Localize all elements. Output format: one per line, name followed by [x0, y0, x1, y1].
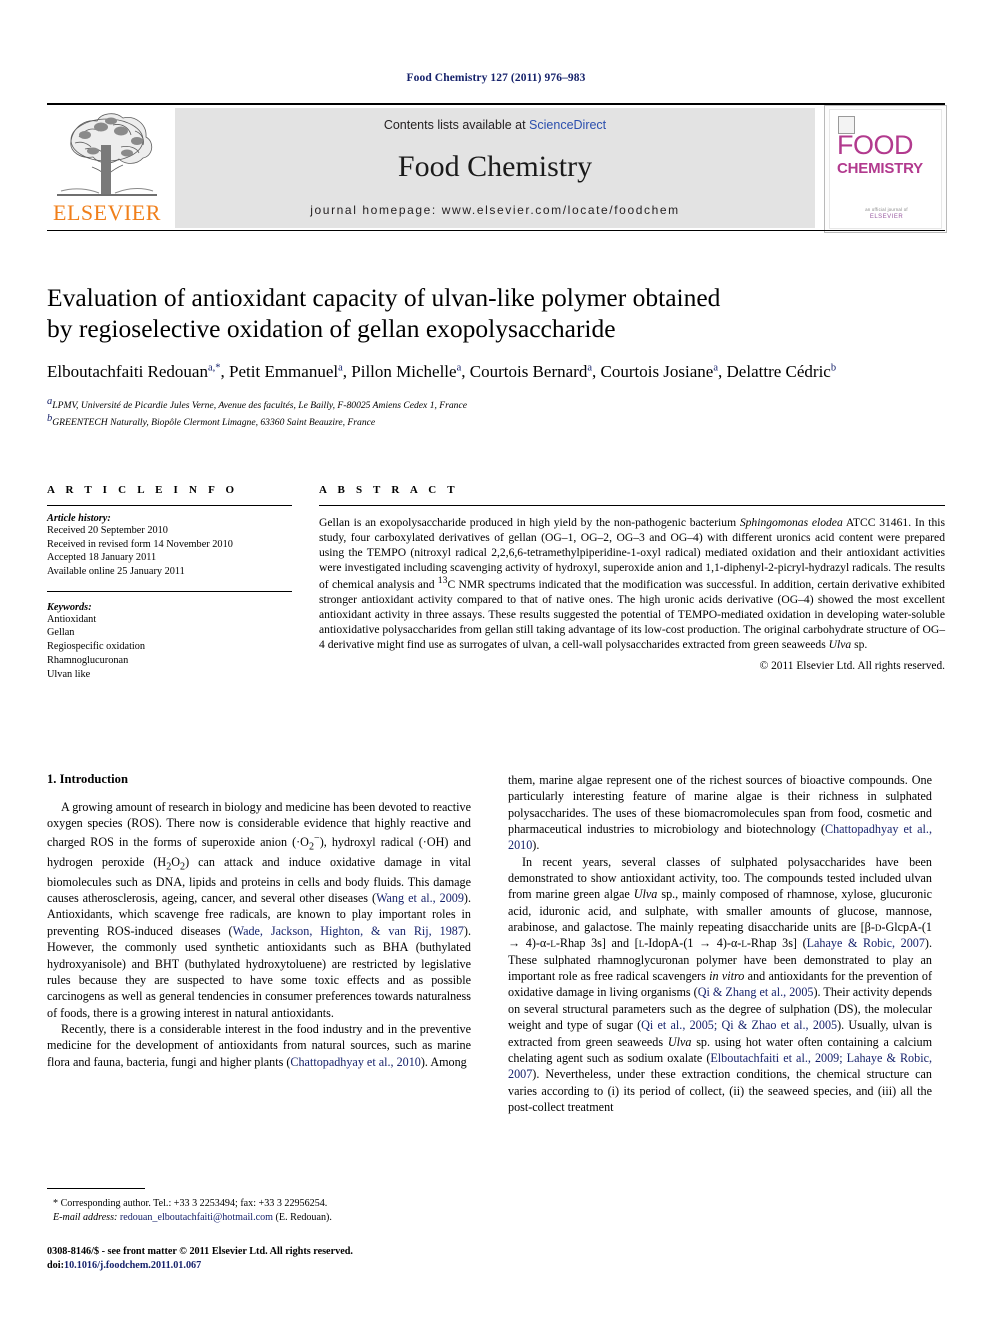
elsevier-wordmark: ELSEVIER	[53, 200, 161, 225]
keyword-item: Regiospecific oxidation	[47, 641, 146, 653]
paragraph: them, marine algae represent one of the …	[508, 773, 932, 853]
abstract-rule	[319, 505, 945, 506]
email-suffix: (E. Redouan).	[275, 1211, 332, 1223]
paper-title-line2: by regioselective oxidation of gellan ex…	[47, 313, 616, 343]
abstract-column: A B S T R A C T Gellan is an exopolysacc…	[319, 484, 945, 672]
keyword-item: Antioxidant	[47, 613, 97, 625]
section-heading-introduction: 1. Introduction	[47, 772, 128, 786]
imprint-line1: 0308-8146/$ - see front matter © 2011 El…	[47, 1246, 353, 1257]
keyword-item: Rhamnoglucuronan	[47, 654, 129, 666]
history-item: Available online 25 January 2011	[47, 566, 185, 578]
paragraph: In recent years, several classes of sulp…	[508, 854, 933, 1114]
affiliation-a: aLPMV, Université de Picardie Jules Vern…	[47, 395, 467, 411]
affiliation-b-text: GREENTECH Naturally, Biopôle Clermont Li…	[52, 417, 376, 429]
cover-title-chemistry: CHEMISTRY	[837, 160, 923, 177]
contents-prefix: Contents lists available at	[383, 118, 530, 132]
body-column-left: 1. Introduction A growing amount of rese…	[47, 772, 471, 1070]
elsevier-logo: ELSEVIER	[47, 107, 167, 229]
keyword-item: Gellan	[47, 627, 75, 639]
footnote-corresponding: * Corresponding author. Tel.: +33 3 2253…	[53, 1198, 328, 1209]
journal-title: Food Chemistry	[397, 150, 593, 183]
article-info-rule	[47, 505, 292, 506]
paragraph: A growing amount of research in biology …	[47, 800, 471, 1020]
body-column-right: them, marine algae represent one of the …	[508, 772, 932, 1115]
sciencedirect-link[interactable]: ScienceDirect	[529, 118, 606, 132]
cover-footer: an official journal of ELSEVIER	[830, 207, 943, 220]
cover-inner: FOOD CHEMISTRY an official journal of EL…	[829, 109, 942, 229]
keywords-block: Keywords: Antioxidant Gellan Regiospecif…	[47, 602, 292, 681]
history-item: Received 20 September 2010	[47, 525, 168, 536]
journal-homepage[interactable]: journal homepage: www.elsevier.com/locat…	[175, 203, 815, 217]
doi-link[interactable]: 10.1016/j.foodchem.2011.01.067	[64, 1260, 201, 1271]
paragraph: Recently, there is a considerable intere…	[47, 1021, 471, 1069]
paper-title-line1: Evaluation of antioxidant capacity of ul…	[47, 283, 721, 312]
cover-footer-small: an official journal of	[865, 207, 908, 212]
abstract-heading: A B S T R A C T	[319, 484, 459, 496]
article-history-label: Article history:	[47, 513, 111, 524]
history-item: Received in revised form 14 November 201…	[47, 538, 233, 550]
footnote-email-line: E-mail address: redouan_elboutachfaiti@h…	[47, 1211, 471, 1225]
running-head: Food Chemistry 127 (2011) 976–983	[406, 72, 586, 84]
imprint-doi-line: doi:10.1016/j.foodchem.2011.01.067	[47, 1259, 507, 1273]
affiliation-a-text: LPMV, Université de Picardie Jules Verne…	[52, 399, 467, 411]
keyword-item: Ulvan like	[47, 668, 91, 680]
journal-cover-thumbnail: FOOD CHEMISTRY an official journal of EL…	[824, 105, 947, 233]
journal-masthead: ELSEVIER Contents lists available at Sci…	[47, 103, 947, 233]
page-title: Evaluation of antioxidant capacity of ul…	[47, 283, 922, 345]
affiliation-b: bGREENTECH Naturally, Biopôle Clermont L…	[47, 413, 376, 429]
doi-label: doi:	[47, 1260, 64, 1272]
abstract-text: Gellan is an exopolysaccharide produced …	[319, 516, 945, 651]
abstract-copyright: © 2011 Elsevier Ltd. All rights reserved…	[759, 659, 945, 672]
author-list: Elboutachfaiti Redouana,*, Petit Emmanue…	[47, 361, 837, 381]
masthead-top-rule	[47, 103, 945, 105]
history-item: Accepted 18 January 2011	[47, 552, 157, 564]
cover-title-food: FOOD	[837, 130, 914, 160]
imprint-block: 0308-8146/$ - see front matter © 2011 El…	[47, 1245, 507, 1274]
keywords-label: Keywords:	[47, 601, 92, 613]
article-info-column: A R T I C L E I N F O Article history: R…	[47, 484, 292, 681]
article-history-list: Received 20 September 2010 Received in r…	[47, 524, 292, 579]
masthead-bottom-rule	[47, 230, 945, 231]
corresponding-author-footnote: * Corresponding author. Tel.: +33 3 2253…	[47, 1188, 471, 1225]
article-info-heading: A R T I C L E I N F O	[47, 484, 239, 496]
email-label: E-mail address:	[53, 1211, 118, 1223]
affiliations: aLPMV, Université de Picardie Jules Vern…	[47, 395, 922, 431]
title-block: Evaluation of antioxidant capacity of ul…	[47, 283, 922, 430]
email-link[interactable]: redouan_elboutachfaiti@hotmail.com	[120, 1212, 273, 1223]
cover-footer-org: ELSEVIER	[869, 214, 904, 220]
paper-page: Food Chemistry 127 (2011) 976–983 ELSEVI…	[0, 0, 992, 1323]
journal-banner: Contents lists available at ScienceDirec…	[175, 108, 815, 228]
footnote-rule	[47, 1188, 145, 1189]
contents-line: Contents lists available at ScienceDirec…	[175, 118, 815, 132]
keywords-rule	[47, 590, 292, 592]
elsevier-tree-icon	[51, 107, 163, 199]
